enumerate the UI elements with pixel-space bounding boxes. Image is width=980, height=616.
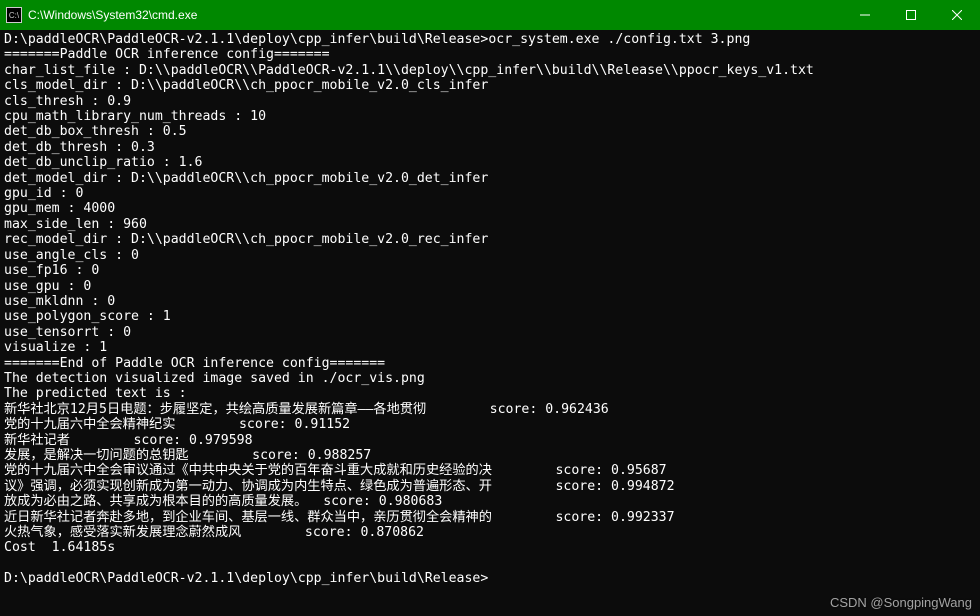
prompt-line: D:\paddleOCR\PaddleOCR-v2.1.1\deploy\cpp… <box>4 571 488 586</box>
prompt-line: D:\paddleOCR\PaddleOCR-v2.1.1\deploy\cpp… <box>4 32 488 47</box>
window-title: C:\Windows\System32\cmd.exe <box>28 8 842 22</box>
terminal-output[interactable]: D:\paddleOCR\PaddleOCR-v2.1.1\deploy\cpp… <box>0 30 980 616</box>
terminal-body: =======Paddle OCR inference config======… <box>4 47 814 555</box>
cmd-icon: C:\ <box>6 7 22 23</box>
titlebar: C:\ C:\Windows\System32\cmd.exe <box>0 0 980 30</box>
window-controls <box>842 0 980 30</box>
command-text: ocr_system.exe ./config.txt 3.png <box>488 32 750 47</box>
close-button[interactable] <box>934 0 980 30</box>
watermark: CSDN @SongpingWang <box>830 595 972 610</box>
maximize-button[interactable] <box>888 0 934 30</box>
minimize-button[interactable] <box>842 0 888 30</box>
